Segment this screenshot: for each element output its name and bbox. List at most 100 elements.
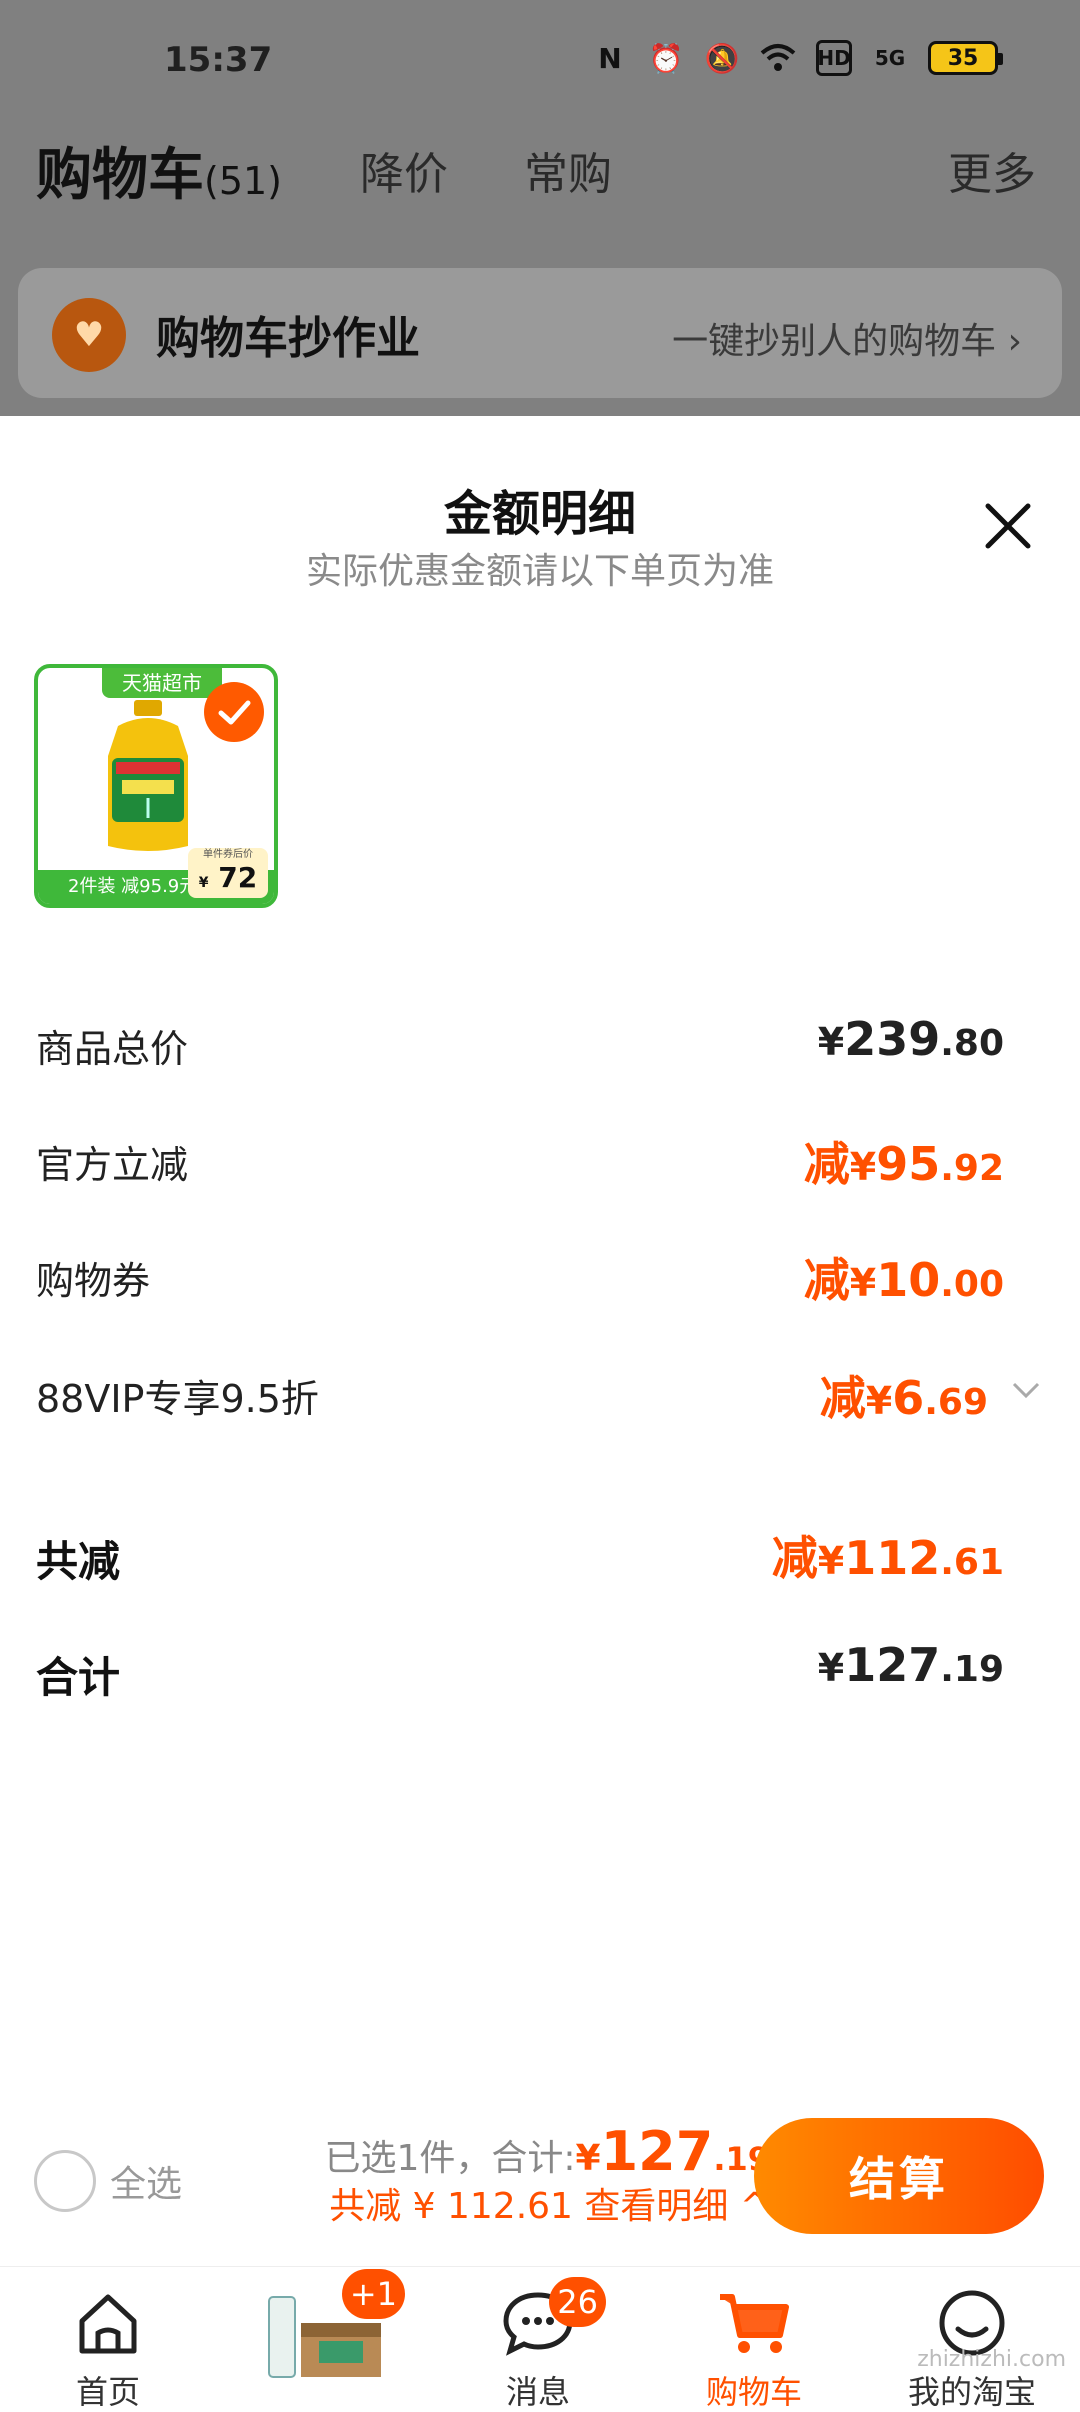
select-all-radio[interactable] xyxy=(34,2150,96,2212)
tab-promo[interactable]: +1 xyxy=(226,2269,426,2383)
amount-detail-sheet: 金额明细 实际优惠金额请以下单页为准 天猫超市 2件装 减95.9元 单件券后价… xyxy=(0,416,1080,2266)
oil-bottle-image xyxy=(108,700,188,851)
row-subtotal: 商品总价 ¥239.80 xyxy=(36,1012,1046,1072)
row-value: ¥239.80 xyxy=(818,1012,1004,1066)
wifi-icon xyxy=(760,40,796,76)
cart-count: (51) xyxy=(204,159,283,203)
close-icon xyxy=(985,503,1031,549)
row-label: 合计 xyxy=(36,1653,121,1702)
copy-cart-banner[interactable]: ♥ 购物车抄作业 一键抄别人的购物车 › xyxy=(18,268,1062,398)
view-detail-link[interactable]: 共减 ¥ 112.61 查看明细 ^ xyxy=(324,2177,770,2229)
value-prefix: 减 xyxy=(803,1253,850,1307)
value-int: 239 xyxy=(844,1012,941,1066)
close-button[interactable] xyxy=(978,496,1038,556)
value-int: 112 xyxy=(844,1531,941,1585)
battery-icon: 35 xyxy=(928,41,1003,75)
product-price-box: 单件券后价 ¥ 72 xyxy=(188,848,268,898)
row-total-discount: 共减 减¥112.61 xyxy=(36,1522,1046,1586)
row-coupon: 购物券 减¥10.00 xyxy=(36,1244,1046,1307)
selected-summary: 已选1件，合计:¥127.19 xyxy=(324,2120,770,2183)
top-nav: 购物车(51) 降价 常购 更多 xyxy=(0,120,1080,220)
tab-cart[interactable]: 购物车(51) xyxy=(36,130,282,211)
value-dec: .80 xyxy=(940,1023,1004,1064)
message-icon: 26 xyxy=(498,2277,606,2363)
value-int: 95 xyxy=(876,1137,941,1191)
value-int: 127 xyxy=(844,1638,941,1692)
value-yen: ¥ xyxy=(865,1379,893,1423)
value-prefix: 减 xyxy=(771,1531,818,1585)
messages-badge: 26 xyxy=(549,2277,606,2327)
row-value: 减¥112.61 xyxy=(772,1522,1004,1588)
value-dec: .61 xyxy=(940,1542,1004,1583)
tab-cart-active[interactable]: 购物车 xyxy=(654,2283,854,2412)
value-prefix: 减 xyxy=(819,1371,866,1425)
nfc-icon: N xyxy=(598,41,622,75)
home-icon xyxy=(68,2283,148,2363)
row-vip-discount[interactable]: 88VIP专享9.5折 减¥6.69 xyxy=(36,1362,1046,1425)
value-dec: .19 xyxy=(940,1649,1004,1690)
promo-product-icon: +1 xyxy=(261,2269,405,2383)
background-page: 15:37 N ⏰ 🔕 HD 5G 35 购物车(51) 降价 常购 更多 ♥ … xyxy=(0,0,1080,420)
selected-check-icon xyxy=(204,682,264,742)
checkout-button[interactable]: 结算 xyxy=(754,2118,1044,2234)
row-label: 官方立减 xyxy=(36,1143,189,1187)
value-dec: .92 xyxy=(940,1148,1004,1189)
more-button[interactable]: 更多 xyxy=(948,138,1036,202)
total-yen: ¥ xyxy=(575,2138,601,2179)
row-label: 商品总价 xyxy=(36,1027,189,1071)
row-label: 88VIP专享9.5折 xyxy=(36,1377,319,1421)
checkout-summary: 已选1件，合计:¥127.19 共减 ¥ 112.61 查看明细 ^ xyxy=(324,2120,770,2229)
row-label: 购物券 xyxy=(36,1259,151,1303)
row-total: 合计 ¥127.19 xyxy=(36,1638,1046,1702)
value-yen: ¥ xyxy=(817,1020,845,1064)
row-label: 共减 xyxy=(36,1537,121,1586)
product-price-yen: ¥ xyxy=(198,875,209,891)
tab-label: 消息 xyxy=(505,2373,570,2411)
alarm-icon: ⏰ xyxy=(648,41,684,75)
sheet-subtitle: 实际优惠金额请以下单页为准 xyxy=(305,551,774,592)
value-prefix: 减 xyxy=(803,1137,850,1191)
tab-messages[interactable]: 26 消息 xyxy=(438,2277,638,2412)
mute-icon: 🔕 xyxy=(704,41,740,75)
product-price-value: 72 xyxy=(218,861,258,894)
value-yen: ¥ xyxy=(817,1539,845,1583)
bottom-tab-bar: 首页 +1 26 消息 购物车 我的淘宝 zhizhizhi.com xyxy=(0,2266,1080,2412)
checkout-total: 127.19 xyxy=(601,2120,770,2183)
tab-frequent[interactable]: 常购 xyxy=(524,138,612,202)
row-value: 减¥95.92 xyxy=(804,1128,1004,1194)
selected-text: 已选1件，合计: xyxy=(324,2138,576,2179)
tab-price-drop[interactable]: 降价 xyxy=(360,138,448,202)
status-bar: 15:37 N ⏰ 🔕 HD 5G 35 xyxy=(0,0,1080,120)
value-dec: .69 xyxy=(924,1382,988,1423)
value-int: 6 xyxy=(892,1371,925,1425)
value-dec: .00 xyxy=(940,1264,1004,1305)
select-all-label: 全选 xyxy=(110,2164,183,2205)
chevron-down-icon[interactable] xyxy=(1006,1372,1046,1408)
signal-icon: 5G xyxy=(874,46,906,70)
row-value: ¥127.19 xyxy=(818,1638,1004,1692)
select-all[interactable]: 全选 xyxy=(34,2150,182,2212)
hd-icon: HD xyxy=(816,40,852,76)
checkout-bar: 全选 已选1件，合计:¥127.19 共减 ¥ 112.61 查看明细 ^ 结算 xyxy=(0,2100,1080,2260)
sheet-title: 金额明细 xyxy=(443,486,636,542)
row-value: 减¥10.00 xyxy=(804,1244,1004,1310)
value-yen: ¥ xyxy=(849,1145,877,1189)
product-thumbnail[interactable]: 天猫超市 2件装 减95.9元 单件券后价 ¥ 72 xyxy=(34,664,278,908)
value-yen: ¥ xyxy=(817,1646,845,1690)
cart-heart-icon: ♥ xyxy=(52,298,126,372)
tab-label: 购物车 xyxy=(705,2373,802,2411)
tab-label: 首页 xyxy=(75,2373,140,2411)
cart-title: 购物车 xyxy=(36,143,204,208)
banner-link[interactable]: 一键抄别人的购物车 › xyxy=(672,312,1022,364)
tab-home[interactable]: 首页 xyxy=(8,2283,208,2412)
watermark: zhizhizhi.com xyxy=(917,2347,1066,2372)
row-value: 减¥6.69 xyxy=(820,1362,988,1428)
total-int: 127 xyxy=(600,2120,714,2183)
value-yen: ¥ xyxy=(849,1261,877,1305)
status-time: 15:37 xyxy=(164,40,273,80)
tab-label: 我的淘宝 xyxy=(907,2373,1036,2411)
row-official-discount: 官方立减 减¥95.92 xyxy=(36,1128,1046,1191)
product-price-label: 单件券后价 xyxy=(203,849,253,860)
cart-icon xyxy=(714,2283,794,2363)
product-price: ¥ 72 xyxy=(188,862,268,899)
